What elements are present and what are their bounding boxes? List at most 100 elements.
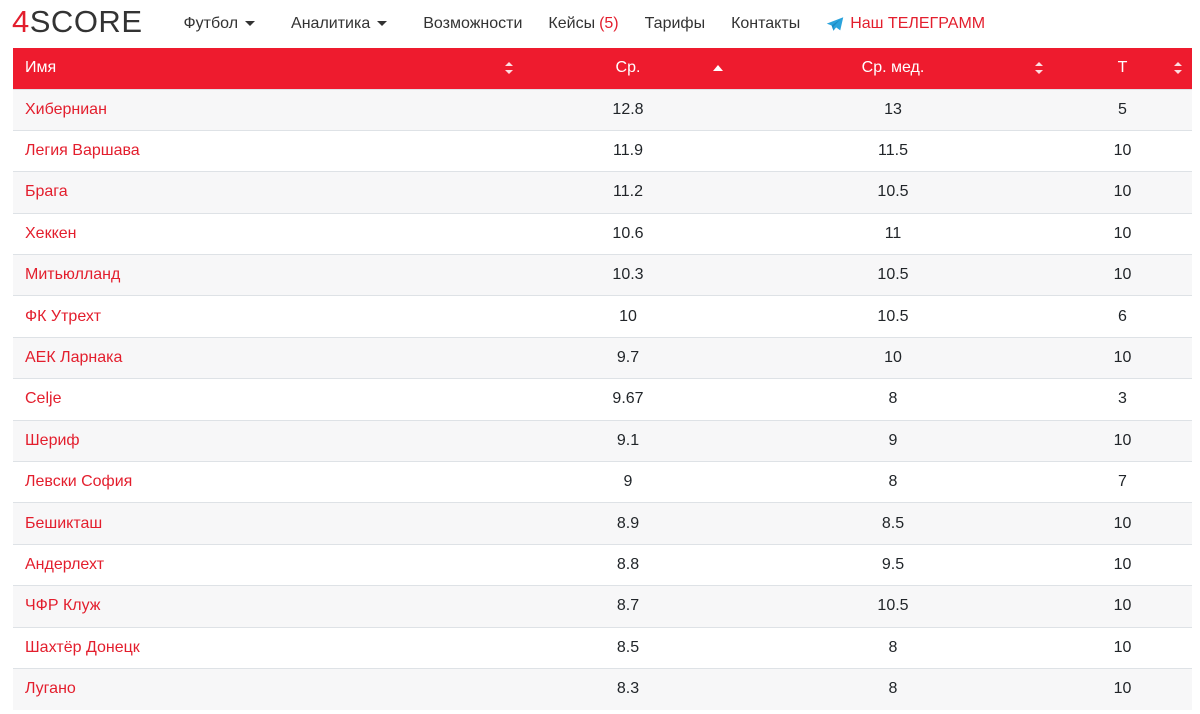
column-header-median[interactable]: Ср. мед.	[733, 48, 1053, 89]
table-row: Брага 11.2 10.5 10	[13, 171, 1192, 214]
avg-value-cell: 8.3	[523, 667, 733, 710]
team-name-link[interactable]: Митьюлланд	[13, 254, 523, 296]
t-value-cell: 10	[1053, 212, 1192, 255]
avg-value-cell: 12.8	[523, 88, 733, 131]
nav-item-pricing-label: Тарифы	[644, 14, 706, 32]
logo-text: SCORE	[29, 4, 143, 39]
nav-item-features[interactable]: Возможности	[423, 15, 522, 33]
nav-item-contacts[interactable]: Контакты	[731, 15, 800, 33]
team-name-link[interactable]: АЕК Ларнака	[13, 336, 523, 379]
sort-icon	[1174, 62, 1182, 75]
caret-down-icon	[377, 21, 388, 26]
avg-value-cell: 11.2	[523, 171, 733, 214]
nav-item-analytics-label: Аналитика	[291, 14, 371, 32]
table-row: АЕК Ларнака 9.7 10 10	[13, 336, 1192, 379]
table-row: ЧФР Клуж 8.7 10.5 10	[13, 585, 1192, 628]
median-value-cell: 9	[733, 419, 1053, 462]
column-header-t[interactable]: Т	[1053, 48, 1192, 89]
team-name-link[interactable]: Хиберниан	[13, 88, 523, 131]
team-name-link[interactable]: Хеккен	[13, 212, 523, 255]
table-header-row: Имя Ср. Ср. мед. Т	[13, 48, 1192, 89]
column-header-avg[interactable]: Ср.	[523, 48, 733, 89]
t-value-cell: 3	[1053, 378, 1192, 421]
team-name-link[interactable]: Бешикташ	[13, 502, 523, 545]
nav-item-features-label: Возможности	[423, 14, 523, 32]
median-value-cell: 10.5	[733, 254, 1053, 296]
table-row: Хеккен 10.6 11 10	[13, 212, 1192, 255]
sort-asc-icon	[713, 65, 723, 72]
caret-down-icon	[245, 21, 256, 26]
t-value-cell: 10	[1053, 254, 1192, 296]
t-value-cell: 7	[1053, 461, 1192, 503]
column-header-label: Т	[1117, 59, 1128, 77]
column-header-label: Имя	[25, 59, 57, 77]
table-row: Андерлехт 8.8 9.5 10	[13, 543, 1192, 586]
t-value-cell: 10	[1053, 502, 1192, 545]
table-row: Celje 9.67 8 3	[13, 378, 1192, 421]
team-name-link[interactable]: Легия Варшава	[13, 129, 523, 172]
nav-item-pricing[interactable]: Тарифы	[645, 15, 705, 33]
avg-value-cell: 9.1	[523, 419, 733, 462]
median-value-cell: 8	[733, 378, 1053, 421]
team-name-link[interactable]: ЧФР Клуж	[13, 585, 523, 628]
column-header-label: Ср.	[615, 59, 641, 77]
logo-number: 4	[12, 4, 30, 39]
nav-item-analytics[interactable]: Аналитика	[291, 14, 388, 33]
team-name-link[interactable]: Celje	[13, 378, 523, 421]
team-name-link[interactable]: Шериф	[13, 419, 523, 462]
avg-value-cell: 8.8	[523, 543, 733, 586]
stats-table-container: Имя Ср. Ср. мед. Т Хиберниан 12.8 13 5 Легия…	[13, 48, 1192, 710]
column-header-label: Ср. мед.	[861, 59, 925, 77]
team-name-link[interactable]: Андерлехт	[13, 543, 523, 586]
nav-item-contacts-label: Контакты	[731, 14, 801, 32]
column-header-name[interactable]: Имя	[13, 48, 523, 89]
nav-item-telegram[interactable]: Наш ТЕЛЕГРАММ	[826, 15, 985, 33]
median-value-cell: 13	[733, 88, 1053, 131]
avg-value-cell: 10	[523, 295, 733, 338]
median-value-cell: 11.5	[733, 129, 1053, 172]
avg-value-cell: 10.3	[523, 254, 733, 296]
sort-icon	[505, 62, 513, 75]
top-navbar: 4 SCORE Футбол Аналитика Возможности Кей…	[0, 0, 1200, 47]
cases-count-badge: (5)	[599, 14, 619, 32]
median-value-cell: 10.5	[733, 171, 1053, 214]
t-value-cell: 6	[1053, 295, 1192, 338]
nav-item-cases[interactable]: Кейсы (5)	[548, 15, 618, 33]
table-row: Левски София 9 8 7	[13, 461, 1192, 503]
avg-value-cell: 11.9	[523, 129, 733, 172]
table-body: Хиберниан 12.8 13 5 Легия Варшава 11.9 11.5 10 Б…	[13, 88, 1192, 710]
median-value-cell: 8	[733, 461, 1053, 503]
team-name-link[interactable]: Брага	[13, 171, 523, 214]
stats-table: Имя Ср. Ср. мед. Т Хиберниан 12.8 13 5 Легия…	[13, 48, 1192, 710]
median-value-cell: 8	[733, 667, 1053, 710]
avg-value-cell: 8.7	[523, 585, 733, 628]
table-header: Имя Ср. Ср. мед. Т	[13, 48, 1192, 89]
avg-value-cell: 9	[523, 461, 733, 503]
median-value-cell: 8	[733, 626, 1053, 669]
nav-item-cases-label: Кейсы	[548, 14, 596, 32]
nav-item-football[interactable]: Футбол	[184, 15, 256, 33]
table-row: Митьюлланд 10.3 10.5 10	[13, 254, 1192, 296]
median-value-cell: 8.5	[733, 502, 1053, 545]
table-row: ФК Утрехт 10 10.5 6	[13, 295, 1192, 338]
table-row: Шериф 9.1 9 10	[13, 419, 1192, 462]
t-value-cell: 10	[1053, 129, 1192, 172]
nav-item-football-label: Футбол	[183, 14, 239, 32]
logo[interactable]: 4 SCORE	[12, 6, 143, 37]
t-value-cell: 10	[1053, 419, 1192, 462]
team-name-link[interactable]: ФК Утрехт	[13, 295, 523, 338]
nav-item-telegram-label: Наш ТЕЛЕГРАММ	[850, 14, 986, 32]
median-value-cell: 10	[733, 336, 1053, 379]
team-name-link[interactable]: Лугано	[13, 667, 523, 710]
avg-value-cell: 8.9	[523, 502, 733, 545]
team-name-link[interactable]: Левски София	[13, 461, 523, 503]
table-row: Легия Варшава 11.9 11.5 10	[13, 129, 1192, 172]
t-value-cell: 10	[1053, 626, 1192, 669]
t-value-cell: 10	[1053, 585, 1192, 628]
t-value-cell: 10	[1053, 667, 1192, 710]
table-row: Лугано 8.3 8 10	[13, 667, 1192, 710]
sort-icon	[1035, 62, 1043, 75]
team-name-link[interactable]: Шахтёр Донецк	[13, 626, 523, 669]
median-value-cell: 9.5	[733, 543, 1053, 586]
nav-menu: Футбол Аналитика Возможности Кейсы (5) Т…	[171, 0, 999, 47]
